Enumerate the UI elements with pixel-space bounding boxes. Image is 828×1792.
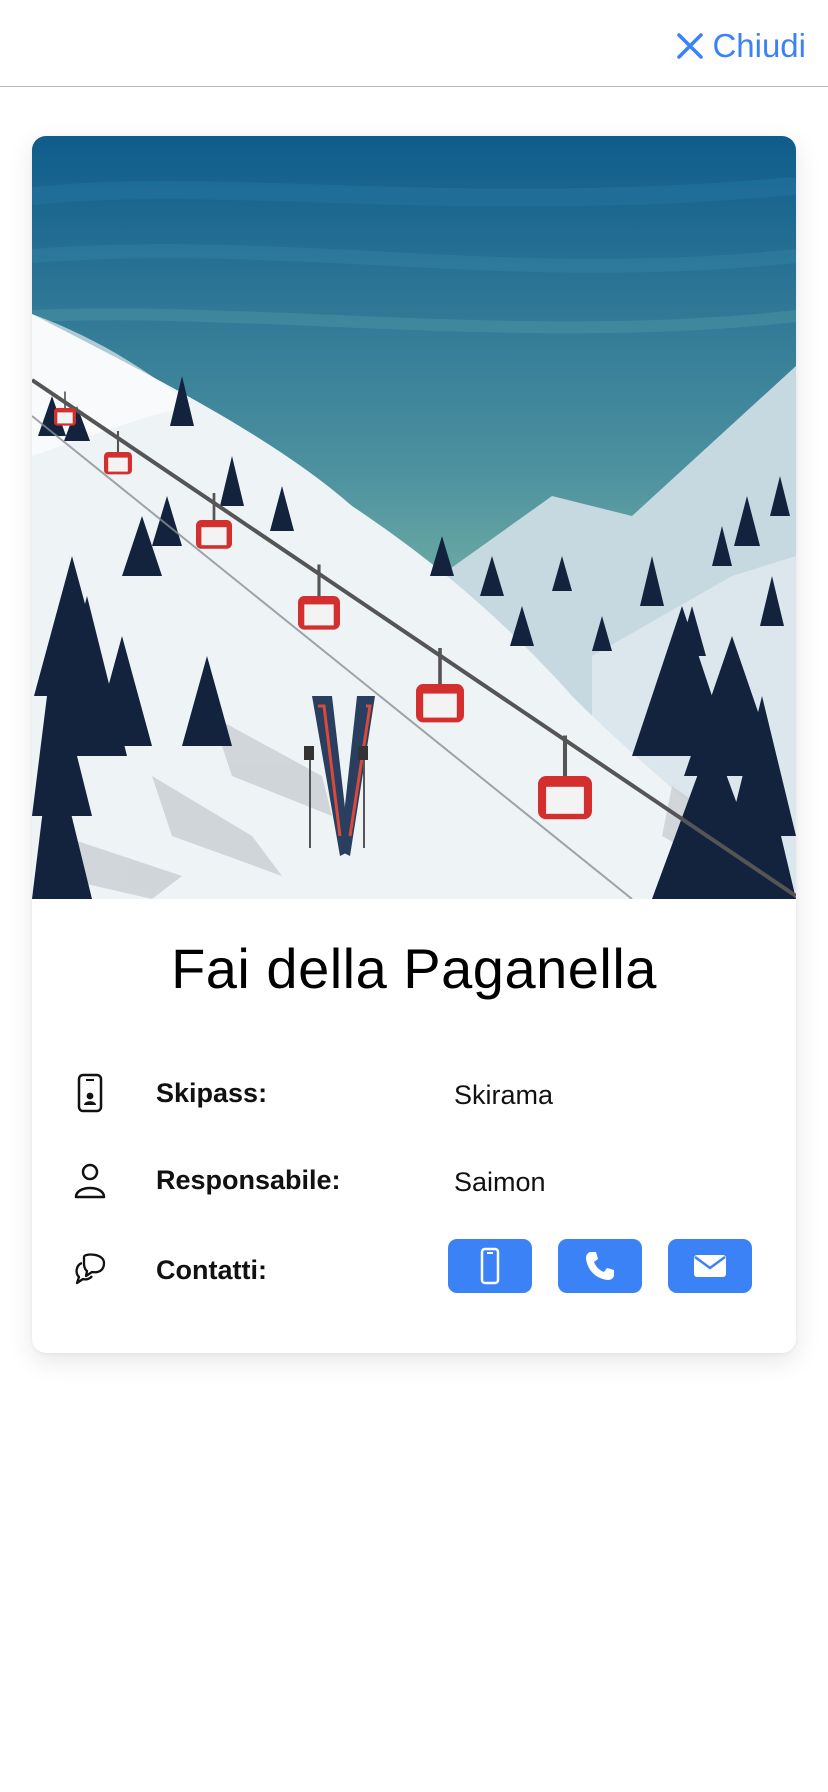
person-icon: [74, 1163, 106, 1199]
skipass-label: Skipass:: [156, 1078, 268, 1108]
close-label: Chiudi: [712, 27, 806, 64]
chat-bubbles-icon: [75, 1253, 106, 1285]
ski-resort-illustration: [32, 136, 796, 899]
close-icon: [677, 33, 704, 59]
contact-buttons: [448, 1239, 752, 1293]
resort-card: Fai della Paganella Skipass: Skirama Res…: [32, 136, 796, 1353]
top-bar: Chiudi: [0, 0, 828, 87]
phone-button[interactable]: [558, 1239, 642, 1293]
id-badge-icon: [77, 1073, 103, 1113]
resort-title: Fai della Paganella: [171, 937, 657, 1000]
phone-icon: [586, 1252, 614, 1280]
mail-icon: [694, 1255, 726, 1277]
email-button[interactable]: [668, 1239, 752, 1293]
responsible-label: Responsabile:: [156, 1165, 341, 1195]
skipass-value: Skirama: [454, 1080, 554, 1110]
contacts-label: Contatti:: [156, 1255, 267, 1285]
close-button[interactable]: Chiudi: [676, 24, 806, 68]
responsible-value: Saimon: [454, 1167, 546, 1197]
skipass-row: Skipass: Skirama: [72, 1072, 762, 1132]
mobile-icon: [480, 1247, 500, 1285]
responsible-row: Responsabile: Saimon: [72, 1159, 762, 1219]
mobile-button[interactable]: [448, 1239, 532, 1293]
contacts-row: Contatti:: [72, 1239, 762, 1309]
